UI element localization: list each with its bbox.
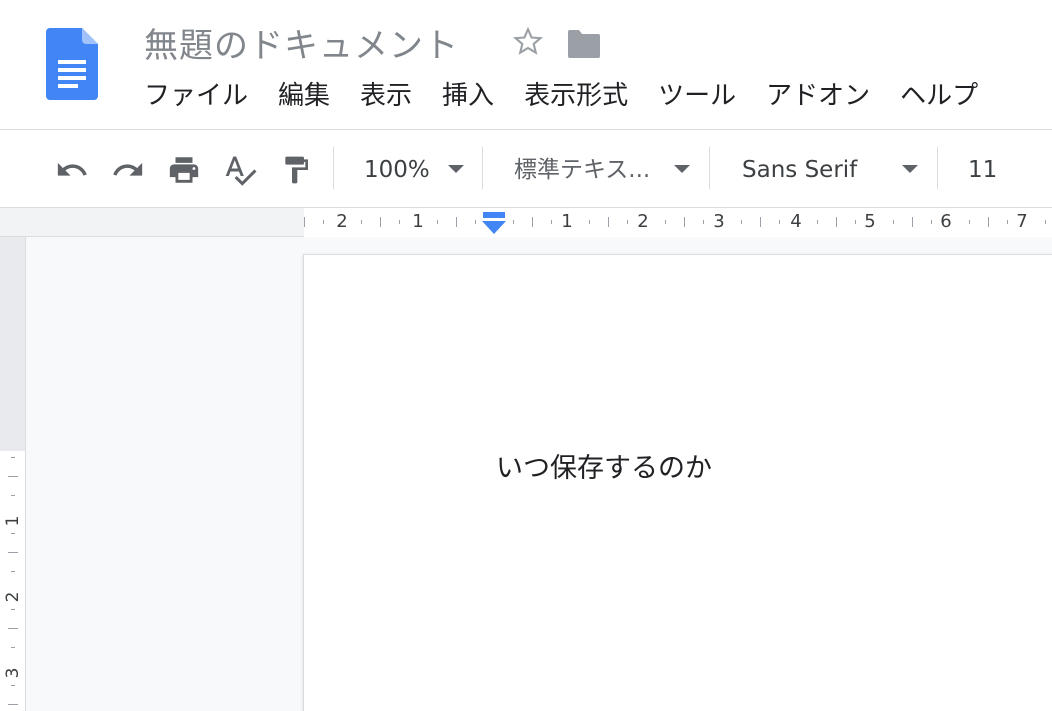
- star-icon[interactable]: [510, 24, 546, 60]
- ruler-label: 2: [336, 211, 348, 232]
- vruler-tick: [11, 457, 15, 458]
- ruler-label: 5: [864, 211, 876, 232]
- vruler-tick: [8, 476, 18, 477]
- ruler-tick: [931, 220, 932, 224]
- ruler-label: 1: [412, 211, 424, 232]
- ruler-tick: [1007, 220, 1008, 224]
- toolbar-divider: [937, 147, 938, 189]
- ruler-tick: [456, 217, 457, 227]
- vruler-tick: [8, 552, 18, 553]
- menu-tools[interactable]: ツール: [658, 76, 736, 116]
- ruler-tick: [684, 217, 685, 227]
- ruler-tick: [760, 217, 761, 227]
- menu-addons[interactable]: アドオン: [766, 76, 870, 116]
- menu-bar: ファイル 編集 表示 挿入 表示形式 ツール アドオン ヘルプ: [144, 76, 1008, 116]
- font-select[interactable]: Sans Serif: [742, 153, 857, 187]
- vruler-tick: [11, 533, 15, 534]
- chevron-down-icon[interactable]: [902, 165, 918, 173]
- menu-format[interactable]: 表示形式: [524, 76, 628, 116]
- ruler-label: 3: [713, 211, 725, 232]
- zoom-select[interactable]: 100%: [364, 153, 430, 187]
- vertical-ruler[interactable]: 1 2 3: [0, 451, 26, 711]
- vruler-tick: [8, 628, 18, 629]
- ruler-tick: [532, 217, 533, 227]
- ruler-tick: [1045, 220, 1046, 224]
- ruler-tick: [912, 217, 913, 227]
- ruler-tick: [589, 220, 590, 224]
- vruler-label: 2: [3, 591, 23, 603]
- document-body-text[interactable]: いつ保存するのか: [496, 446, 712, 485]
- vruler-label: 1: [3, 515, 23, 527]
- ruler-tick: [836, 217, 837, 227]
- ruler-tick: [304, 217, 305, 227]
- folder-icon[interactable]: [566, 28, 602, 60]
- menu-view[interactable]: 表示: [360, 76, 412, 116]
- horizontal-ruler[interactable]: 2 1 1 2 3 4 5 6 7: [304, 208, 1052, 237]
- paragraph-style-select[interactable]: 標準テキス...: [514, 153, 650, 187]
- ruler-tick: [475, 220, 476, 224]
- ruler-label: 4: [790, 211, 802, 232]
- print-icon[interactable]: [164, 150, 204, 190]
- paint-format-icon[interactable]: [276, 150, 316, 190]
- ruler-tick: [399, 220, 400, 224]
- ruler-label: 7: [1016, 211, 1028, 232]
- ruler-tick: [893, 220, 894, 224]
- vruler-tick: [11, 495, 15, 496]
- redo-icon[interactable]: [108, 150, 148, 190]
- document-title[interactable]: 無題のドキュメント: [144, 18, 459, 67]
- ruler-tick: [437, 220, 438, 224]
- chevron-down-icon[interactable]: [448, 165, 464, 173]
- chevron-down-icon[interactable]: [674, 165, 690, 173]
- ruler-tick: [855, 220, 856, 224]
- ruler-tick: [969, 220, 970, 224]
- ruler-tick: [741, 220, 742, 224]
- app-header: 無題のドキュメント ファイル 編集 表示 挿入 表示形式 ツール アドオン ヘル…: [0, 0, 1052, 130]
- toolbar-divider: [333, 147, 334, 189]
- ruler-tick: [665, 220, 666, 224]
- font-size-input[interactable]: 11: [968, 153, 997, 187]
- spellcheck-icon[interactable]: [220, 150, 260, 190]
- undo-icon[interactable]: [52, 150, 92, 190]
- vruler-tick: [11, 647, 15, 648]
- vruler-tick: [11, 685, 15, 686]
- toolbar: 100% 標準テキス... Sans Serif 11: [0, 131, 1052, 208]
- vertical-ruler-margin: [0, 237, 26, 451]
- ruler-tick: [627, 220, 628, 224]
- ruler-tick: [551, 220, 552, 224]
- ruler-tick: [817, 220, 818, 224]
- ruler-tick: [361, 220, 362, 224]
- ruler-label: 1: [561, 211, 573, 232]
- ruler-tick: [513, 220, 514, 224]
- ruler-tick: [703, 220, 704, 224]
- ruler-tick: [608, 217, 609, 227]
- ruler-tick: [380, 217, 381, 227]
- vruler-tick: [11, 571, 15, 572]
- ruler-tick: [779, 220, 780, 224]
- menu-file[interactable]: ファイル: [144, 76, 248, 116]
- ruler-tick: [323, 220, 324, 224]
- vruler-label: 3: [3, 667, 23, 679]
- ruler-label: 6: [940, 211, 952, 232]
- menu-help[interactable]: ヘルプ: [900, 76, 978, 116]
- toolbar-divider: [482, 147, 483, 189]
- vruler-tick: [8, 704, 18, 705]
- ruler-tick: [988, 217, 989, 227]
- indent-marker-icon[interactable]: [481, 212, 507, 236]
- menu-edit[interactable]: 編集: [278, 76, 330, 116]
- toolbar-divider: [709, 147, 710, 189]
- menu-insert[interactable]: 挿入: [442, 76, 494, 116]
- docs-logo-icon[interactable]: [46, 28, 98, 100]
- vruler-tick: [11, 609, 15, 610]
- ruler-label: 2: [637, 211, 649, 232]
